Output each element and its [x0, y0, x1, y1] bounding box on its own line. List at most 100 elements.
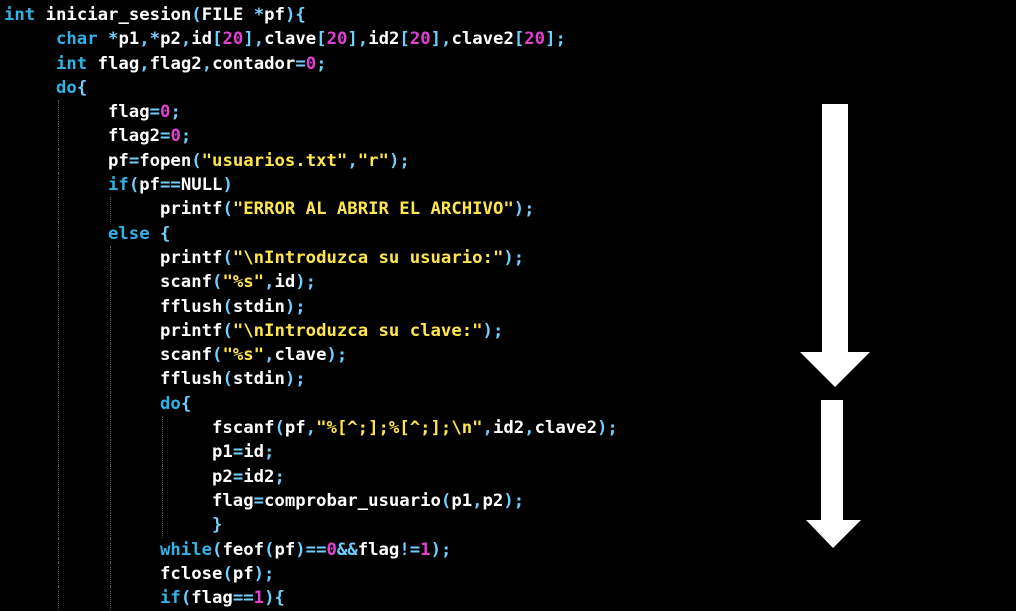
code-token: &&: [336, 539, 358, 560]
code-token: int: [4, 5, 36, 25]
code-token: ],: [347, 29, 369, 50]
code-token: fflush: [160, 369, 223, 390]
code-token: id2: [492, 418, 525, 439]
code-line: if(flag==1){: [4, 586, 618, 611]
code-token: do: [56, 77, 77, 98]
code-token: flag2: [108, 126, 161, 147]
code-token: flag: [212, 490, 254, 511]
indent-guide: [110, 270, 111, 295]
indent-guide: [162, 416, 163, 441]
code-token: p1: [212, 442, 233, 463]
code-token: "ERROR AL ABRIR EL ARCHIVO": [232, 199, 514, 220]
code-token: p1: [451, 490, 473, 511]
code-token: =: [160, 126, 171, 147]
code-token: ,: [201, 53, 213, 74]
indent-guide: [110, 197, 111, 222]
code-token: "%s": [222, 272, 265, 293]
indent-guide: [162, 464, 163, 489]
code-token: feof: [222, 539, 265, 560]
code-token: (: [191, 150, 202, 171]
code-line: pf=fopen("usuarios.txt","r");: [4, 148, 618, 174]
code-token: );: [326, 345, 348, 366]
code-token: "\nIntroduzca su clave:": [232, 320, 483, 341]
code-token: flag: [87, 53, 140, 74]
code-token: FILE: [201, 5, 254, 25]
code-token: stdin: [232, 369, 285, 390]
code-token: );: [430, 539, 452, 560]
indent-guide: [58, 221, 59, 246]
code-token: (: [222, 247, 233, 268]
code-token: id: [274, 272, 296, 293]
code-token: (: [180, 588, 192, 609]
code-line: p1=id;: [4, 440, 618, 465]
code-line: fflush(stdin);: [4, 367, 618, 392]
code-token: fclose: [160, 563, 223, 584]
code-token: 0: [326, 539, 337, 560]
code-line: while(feof(pf)==0&&flag!=1);: [4, 537, 618, 562]
code-token: ;: [264, 442, 275, 463]
code-token: fscanf: [212, 418, 275, 439]
code-token: {: [180, 393, 192, 414]
indent-guide: [162, 440, 163, 465]
indent-guide: [58, 488, 59, 514]
indent-guide: [58, 148, 59, 174]
code-token: [: [399, 29, 410, 50]
code-token: ==: [160, 175, 181, 196]
code-token: ;: [170, 102, 181, 123]
code-token: printf: [160, 199, 223, 220]
code-line: do{: [4, 76, 618, 100]
code-token: [: [212, 29, 223, 50]
indent-guide: [58, 270, 59, 295]
code-line: p2=id2;: [4, 464, 618, 489]
code-token: ,: [305, 418, 317, 439]
code-line: flag=comprobar_usuario(p1,p2);: [4, 488, 618, 514]
code-token: *: [253, 5, 265, 25]
indent-guide: [58, 343, 59, 368]
code-token: scanf: [160, 345, 213, 366]
code-token: "usuarios.txt": [201, 150, 348, 171]
code-token: 0: [170, 126, 181, 147]
indent-guide: [110, 561, 111, 587]
code-token: =: [253, 490, 265, 511]
code-token: printf: [160, 320, 223, 341]
code-token: );: [503, 247, 525, 268]
down-arrow-short-icon: [806, 400, 861, 548]
code-token: comprobar_usuario: [264, 490, 441, 511]
code-token: fopen: [139, 150, 192, 171]
code-token: pf: [274, 539, 296, 560]
code-token: stdin: [232, 296, 285, 317]
indent-guide: [58, 318, 59, 344]
code-token: int: [56, 53, 88, 74]
code-token: ,: [139, 53, 150, 74]
indent-guide: [110, 318, 111, 344]
code-token: ];: [545, 29, 566, 50]
indent-guide: [58, 513, 59, 538]
code-line: scanf("%s",id);: [4, 270, 618, 295]
code-token: (: [222, 563, 233, 584]
code-token: )==: [295, 539, 327, 560]
code-token: clave2: [534, 418, 597, 439]
code-line: int iniciar_sesion(FILE *pf){: [4, 3, 618, 27]
code-token: [: [316, 29, 327, 50]
code-token: ): [284, 5, 296, 25]
code-token: ){: [264, 588, 285, 609]
code-token: {: [76, 77, 88, 98]
code-token: ;: [316, 53, 327, 74]
code-token: (: [274, 418, 285, 439]
code-line: printf("\nIntroduzca su usuario:");: [4, 245, 618, 271]
indent-guide: [110, 391, 111, 417]
indent-guide: [58, 173, 59, 198]
code-line: }: [4, 513, 618, 538]
code-token: p2: [160, 29, 181, 50]
code-token: }: [212, 515, 223, 536]
indent-guide: [162, 513, 163, 538]
indent-guide: [162, 488, 163, 514]
indent-guide: [110, 488, 111, 514]
code-token: id: [243, 442, 265, 463]
code-token: do: [160, 393, 181, 414]
indent-guide: [110, 586, 111, 611]
code-token: [: [513, 29, 525, 50]
indent-guide: [110, 513, 111, 538]
